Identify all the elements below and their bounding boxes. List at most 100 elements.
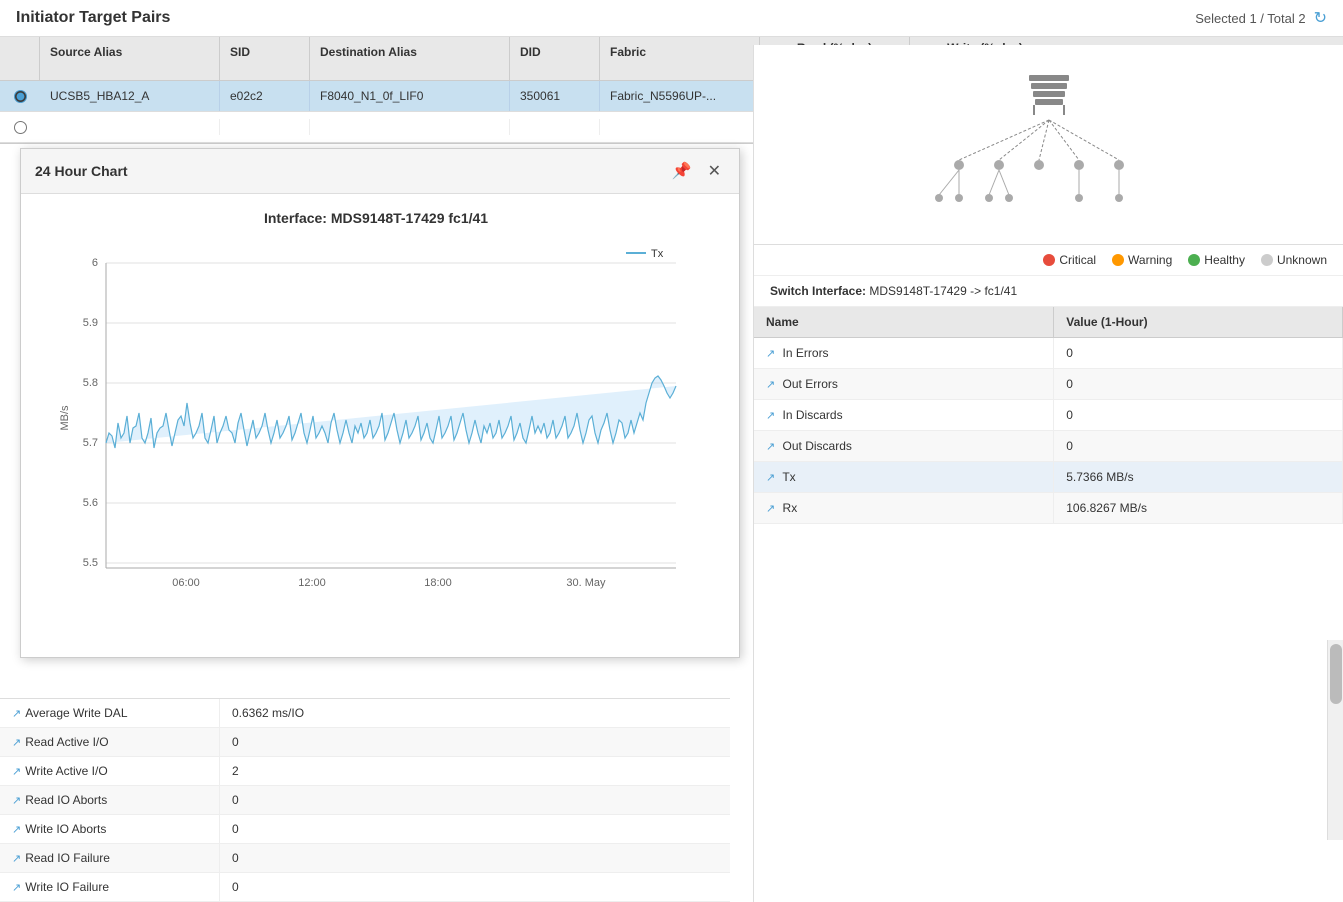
metric-icon-0: ↗: [766, 347, 775, 360]
stat-name-2: ↗ In Discards: [754, 400, 1054, 431]
metric-value-1: 0: [220, 728, 340, 756]
fabric-2: [600, 119, 760, 135]
metric-name-3: ↗ Read IO Aborts: [0, 786, 220, 814]
stats-row: ↗ Tx 5.7366 MB/s: [754, 462, 1343, 493]
svg-text:MB/s: MB/s: [59, 405, 71, 431]
close-button[interactable]: ✕: [704, 159, 725, 183]
stat-value-4: 5.7366 MB/s: [1054, 462, 1343, 493]
stat-name-1: ↗ Out Errors: [754, 369, 1054, 400]
legend: Critical Warning Healthy Unknown: [754, 245, 1343, 276]
stats-col-value: Value (1-Hour): [1054, 307, 1343, 338]
legend-healthy-label: Healthy: [1204, 253, 1245, 267]
stat-value-5: 106.8267 MB/s: [1054, 493, 1343, 524]
stats-header-row: Name Value (1-Hour): [754, 307, 1343, 338]
network-svg: [899, 65, 1199, 225]
scrollbar[interactable]: [1327, 640, 1343, 840]
metric-icon-1: ↗: [766, 378, 775, 391]
stats-row: ↗ Out Errors 0: [754, 369, 1343, 400]
radio-cell-1[interactable]: [0, 82, 40, 111]
metric-value-3: 0: [220, 786, 340, 814]
metric-name-0: ↗ Average Write DAL: [0, 699, 220, 727]
metric-name-5: ↗ Read IO Failure: [0, 844, 220, 872]
svg-text:6: 6: [92, 257, 98, 269]
stat-value-1: 0: [1054, 369, 1343, 400]
right-panel: Critical Warning Healthy Unknown Switch …: [753, 45, 1343, 902]
fabric-1: Fabric_N5596UP-...: [600, 81, 760, 111]
legend-critical: Critical: [1043, 253, 1096, 267]
stats-col-name: Name: [754, 307, 1054, 338]
legend-warning: Warning: [1112, 253, 1172, 267]
metric-value-4: 0: [220, 815, 340, 843]
stat-value-3: 0: [1054, 431, 1343, 462]
header-bar: Initiator Target Pairs Selected 1 / Tota…: [0, 0, 1343, 37]
stats-table: Name Value (1-Hour) ↗ In Errors 0 ↗ Out …: [754, 307, 1343, 524]
legend-warning-label: Warning: [1128, 253, 1172, 267]
metric-icon-2: ↗: [766, 409, 775, 422]
stat-name-3: ↗ Out Discards: [754, 431, 1054, 462]
metric-row-icon-4: ↗: [12, 823, 21, 836]
stats-row: ↗ In Discards 0: [754, 400, 1343, 431]
metric-name-2: ↗ Write Active I/O: [0, 757, 220, 785]
metric-value-0: 0.6362 ms/IO: [220, 699, 340, 727]
bottom-metric-row: ↗ Read IO Failure 0: [0, 844, 730, 873]
chart-modal-actions: 📌 ✕: [668, 159, 725, 183]
metric-icon-4: ↗: [766, 471, 775, 484]
bottom-metric-row: ↗ Write IO Aborts 0: [0, 815, 730, 844]
healthy-dot: [1188, 254, 1200, 266]
metric-value-5: 0: [220, 844, 340, 872]
dest-alias-2: [310, 119, 510, 135]
col-source-alias: Source Alias: [40, 37, 220, 80]
chart-area: Interface: MDS9148T-17429 fc1/41 6 5.9 5…: [21, 194, 739, 650]
sid-2: [220, 119, 310, 135]
stats-row: ↗ In Errors 0: [754, 338, 1343, 369]
page-title: Initiator Target Pairs: [16, 9, 170, 27]
did-2: [510, 119, 600, 135]
row-radio-1[interactable]: [14, 90, 27, 103]
refresh-icon[interactable]: ↻: [1314, 8, 1327, 28]
pin-button[interactable]: 📌: [668, 159, 696, 183]
col-did: DID: [510, 37, 600, 80]
stat-name-4: ↗ Tx: [754, 462, 1054, 493]
metric-name-1: ↗ Read Active I/O: [0, 728, 220, 756]
switch-value: MDS9148T-17429 -> fc1/41: [869, 284, 1017, 298]
row-radio-2[interactable]: [14, 121, 27, 134]
chart-modal: 24 Hour Chart 📌 ✕ Interface: MDS9148T-17…: [20, 148, 740, 658]
dest-alias-1: F8040_N1_0f_LIF0: [310, 81, 510, 111]
metric-row-icon-2: ↗: [12, 765, 21, 778]
svg-text:5.5: 5.5: [83, 557, 98, 569]
selected-info: Selected 1 / Total 2: [1195, 11, 1305, 26]
svg-text:Tx: Tx: [651, 248, 664, 260]
network-diagram: [754, 45, 1343, 245]
metric-row-icon-5: ↗: [12, 852, 21, 865]
bottom-metric-row: ↗ Write IO Failure 0: [0, 873, 730, 902]
chart-modal-header: 24 Hour Chart 📌 ✕: [21, 149, 739, 194]
svg-text:5.8: 5.8: [83, 377, 98, 389]
warning-dot: [1112, 254, 1124, 266]
did-1: 350061: [510, 81, 600, 111]
svg-text:5.9: 5.9: [83, 317, 98, 329]
scroll-thumb[interactable]: [1330, 644, 1342, 704]
svg-text:30. May: 30. May: [566, 577, 606, 589]
switch-interface-info: Switch Interface: MDS9148T-17429 -> fc1/…: [754, 276, 1343, 307]
source-alias-1: UCSB5_HBA12_A: [40, 81, 220, 111]
metric-row-icon-1: ↗: [12, 736, 21, 749]
stats-row: ↗ Out Discards 0: [754, 431, 1343, 462]
source-alias-2: [40, 119, 220, 135]
critical-dot: [1043, 254, 1055, 266]
chart-modal-title: 24 Hour Chart: [35, 163, 128, 179]
metric-row-icon-3: ↗: [12, 794, 21, 807]
col-dest-alias: Destination Alias: [310, 37, 510, 80]
radio-cell-2[interactable]: [0, 113, 40, 142]
switch-label: Switch Interface:: [770, 284, 866, 298]
col-sid: SID: [220, 37, 310, 80]
legend-critical-label: Critical: [1059, 253, 1096, 267]
bottom-metric-row: ↗ Write Active I/O 2: [0, 757, 730, 786]
svg-text:18:00: 18:00: [424, 577, 452, 589]
metric-value-2: 2: [220, 757, 340, 785]
legend-unknown: Unknown: [1261, 253, 1327, 267]
stat-value-0: 0: [1054, 338, 1343, 369]
stat-name-5: ↗ Rx: [754, 493, 1054, 524]
col-radio: [0, 37, 40, 80]
bottom-metric-row: ↗ Read Active I/O 0: [0, 728, 730, 757]
header-right: Selected 1 / Total 2 ↻: [1195, 8, 1327, 28]
